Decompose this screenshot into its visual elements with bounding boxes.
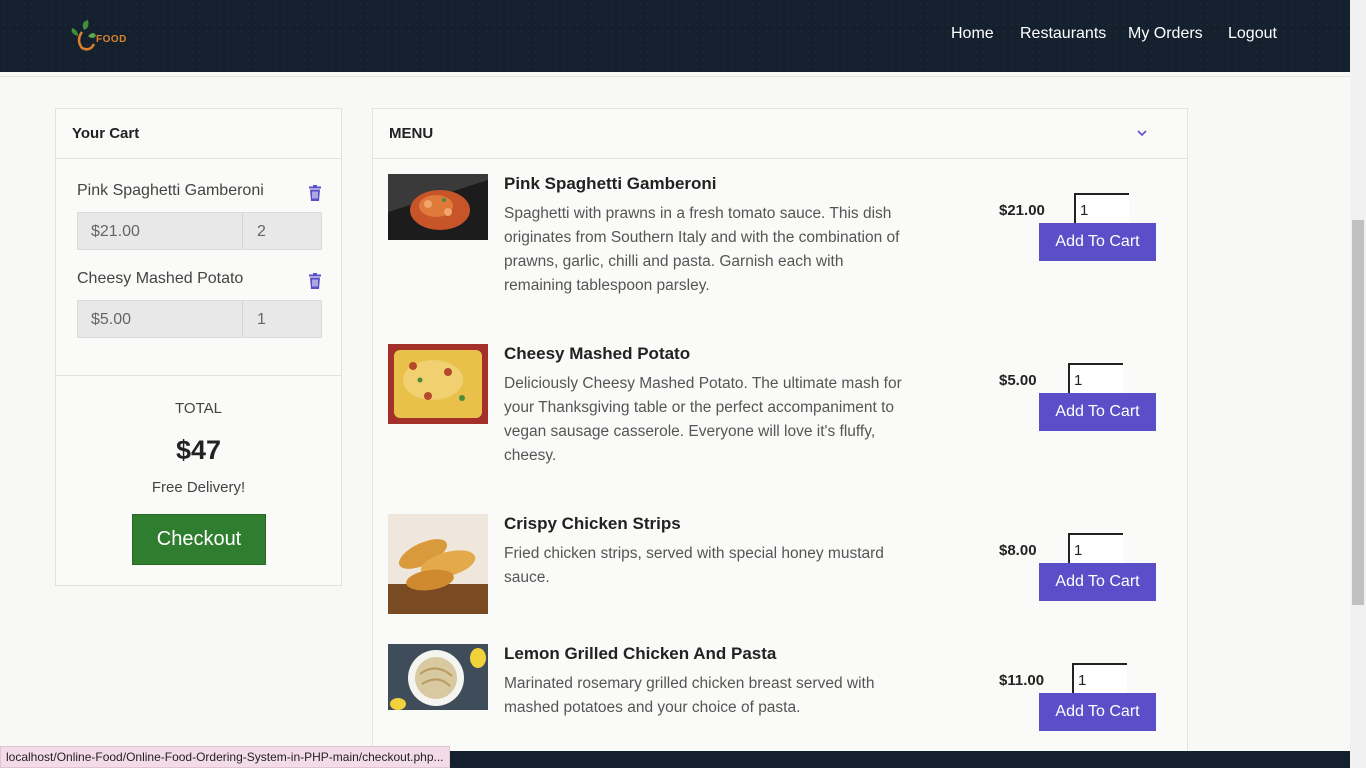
cart-item-name: Pink Spaghetti Gamberoni bbox=[77, 182, 264, 199]
navbar: FOOD Home Restaurants My Orders Logout bbox=[0, 0, 1350, 72]
cart-title: Your Cart bbox=[56, 109, 341, 159]
quantity-input[interactable] bbox=[1068, 363, 1123, 395]
food-image bbox=[388, 644, 488, 710]
cart-item-fields: $5.00 1 bbox=[77, 300, 322, 338]
nav-home[interactable]: Home bbox=[951, 25, 994, 43]
nav-logout[interactable]: Logout bbox=[1228, 25, 1277, 43]
browser-status-url: localhost/Online-Food/Online-Food-Orderi… bbox=[0, 746, 450, 768]
cart-item-price: $21.00 bbox=[78, 213, 243, 249]
nav-my-orders[interactable]: My Orders bbox=[1128, 25, 1203, 43]
checkout-button[interactable]: Checkout bbox=[132, 514, 266, 565]
quantity-input[interactable] bbox=[1068, 533, 1123, 565]
cart-item-fields: $21.00 2 bbox=[77, 212, 322, 250]
item-description: Marinated rosemary grilled chicken breas… bbox=[504, 675, 875, 716]
total-label: TOTAL bbox=[175, 400, 222, 417]
cart-panel: Your Cart Pink Spaghetti Gamberoni $21.0… bbox=[55, 108, 342, 586]
page-scrollbar[interactable] bbox=[1350, 0, 1366, 768]
item-title: Lemon Grilled Chicken And Pasta bbox=[504, 644, 777, 663]
menu-panel: MENU Pink Spaghetti Gamberoni Spaghetti … bbox=[372, 108, 1188, 768]
menu-item: Cheesy Mashed Potato Deliciously Cheesy … bbox=[373, 344, 1187, 494]
item-description: Deliciously Cheesy Mashed Potato. The ul… bbox=[504, 375, 902, 464]
cart-divider bbox=[56, 375, 341, 376]
cart-item-price: $5.00 bbox=[78, 301, 243, 337]
trash-icon[interactable] bbox=[308, 273, 322, 289]
brand-logo-text: FOOD bbox=[96, 34, 127, 45]
item-price: $11.00 bbox=[999, 672, 1045, 689]
item-title: Pink Spaghetti Gamberoni bbox=[504, 174, 717, 193]
cart-item-qty[interactable]: 2 bbox=[243, 213, 321, 249]
cart-item-qty[interactable]: 1 bbox=[243, 301, 321, 337]
cart-item-name: Cheesy Mashed Potato bbox=[77, 270, 244, 287]
add-to-cart-button[interactable]: Add To Cart bbox=[1039, 563, 1156, 601]
delivery-note: Free Delivery! bbox=[151, 479, 246, 496]
add-to-cart-button[interactable]: Add To Cart bbox=[1039, 393, 1156, 431]
item-price: $8.00 bbox=[999, 542, 1037, 559]
food-image bbox=[388, 514, 488, 614]
quantity-input[interactable] bbox=[1072, 663, 1127, 695]
add-to-cart-button[interactable]: Add To Cart bbox=[1039, 223, 1156, 261]
quantity-input[interactable] bbox=[1074, 193, 1129, 225]
trash-icon[interactable] bbox=[308, 185, 322, 201]
item-description: Spaghetti with prawns in a fresh tomato … bbox=[504, 205, 900, 294]
total-amount: $47 bbox=[175, 435, 222, 465]
item-title: Cheesy Mashed Potato bbox=[504, 344, 691, 363]
scrollbar-thumb[interactable] bbox=[1352, 220, 1364, 605]
item-description: Fried chicken strips, served with specia… bbox=[504, 545, 884, 586]
item-price: $5.00 bbox=[999, 372, 1037, 389]
item-price: $21.00 bbox=[999, 202, 1045, 219]
menu-item: Pink Spaghetti Gamberoni Spaghetti with … bbox=[373, 174, 1187, 324]
header-divider bbox=[0, 76, 1350, 77]
menu-item: Lemon Grilled Chicken And Pasta Marinate… bbox=[373, 644, 1187, 764]
chevron-down-icon[interactable] bbox=[1135, 126, 1149, 140]
menu-item: Crispy Chicken Strips Fried chicken stri… bbox=[373, 514, 1187, 634]
add-to-cart-button[interactable]: Add To Cart bbox=[1039, 693, 1156, 731]
item-title: Crispy Chicken Strips bbox=[504, 514, 681, 533]
nav-restaurants[interactable]: Restaurants bbox=[1020, 25, 1106, 43]
menu-title: MENU bbox=[373, 109, 1187, 159]
food-image bbox=[388, 344, 488, 424]
food-image bbox=[388, 174, 488, 240]
